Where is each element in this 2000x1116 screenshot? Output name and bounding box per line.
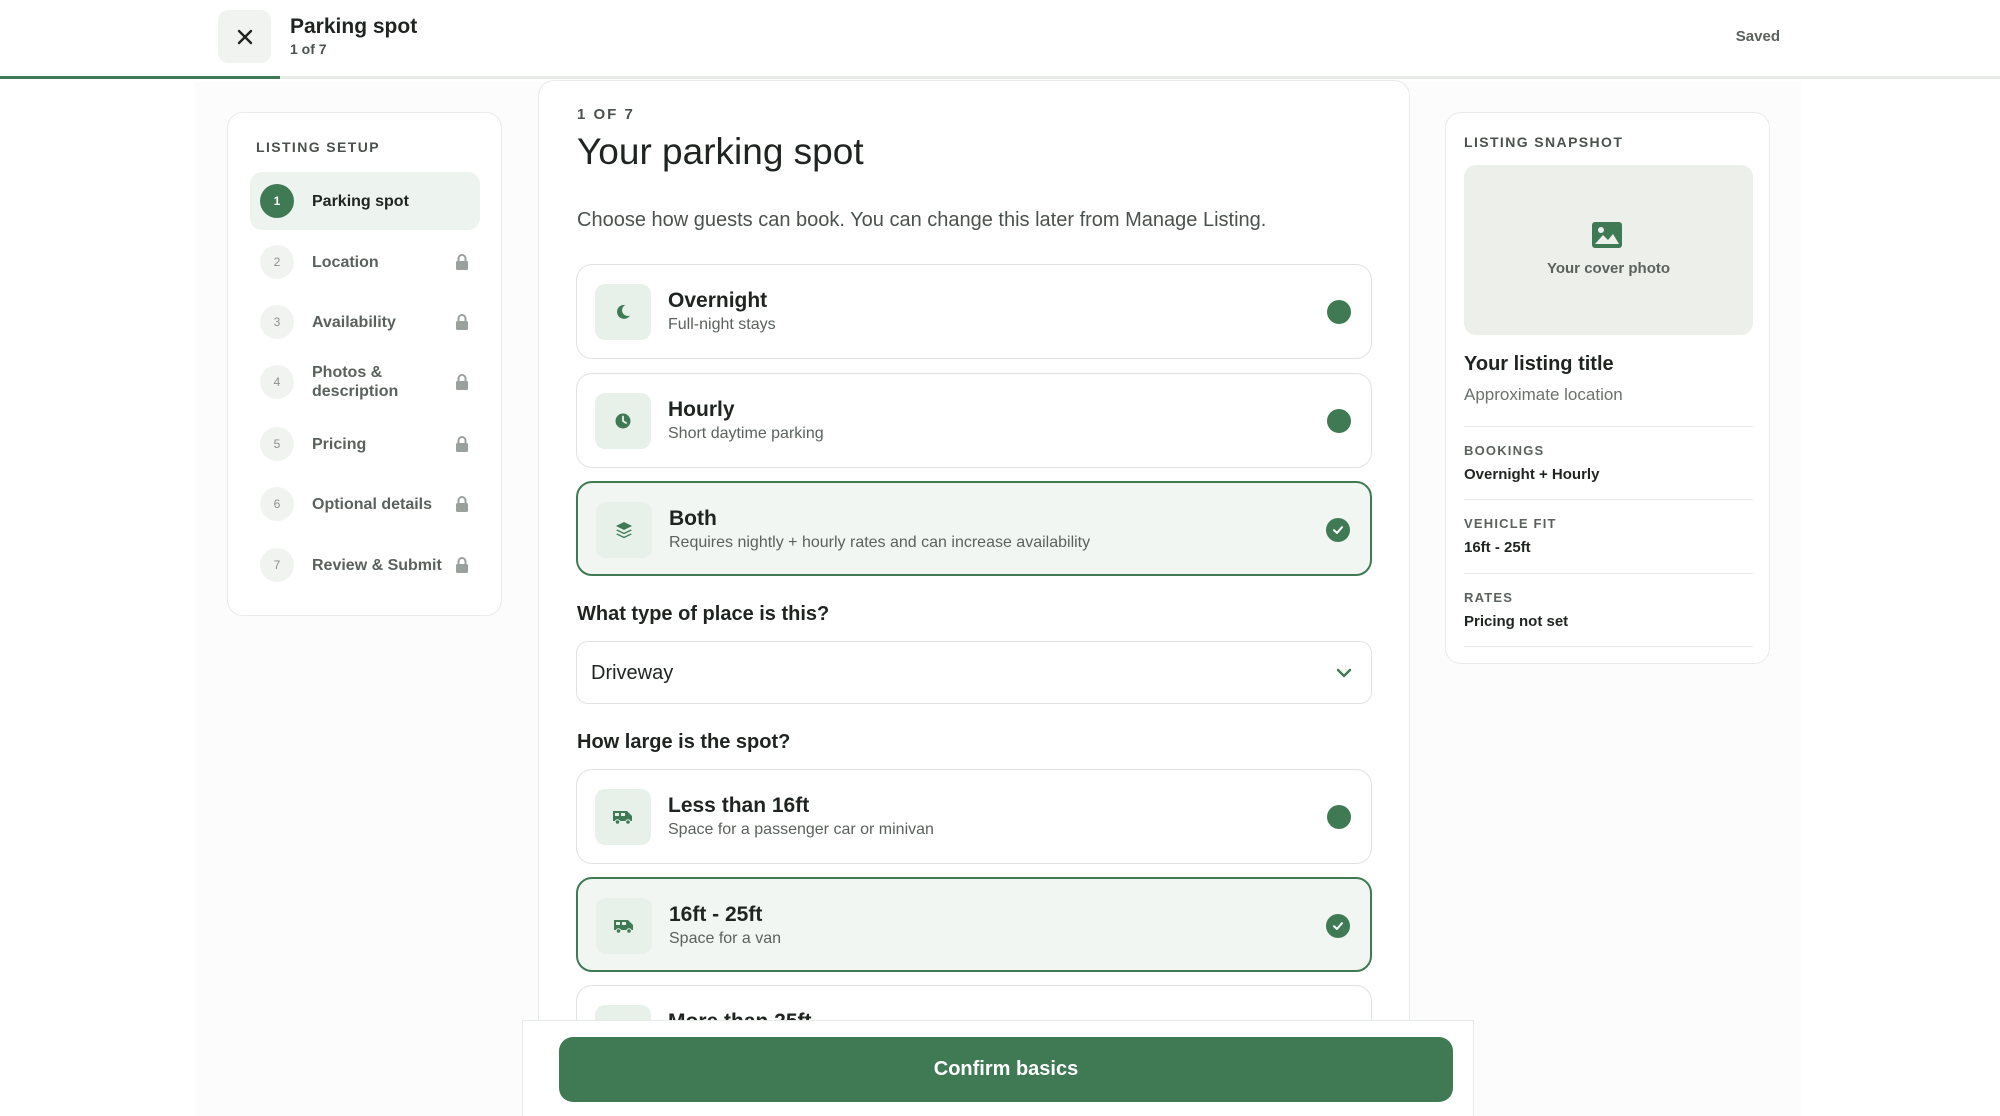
lock-icon	[456, 557, 468, 573]
booking-option-0[interactable]: Overnight Full-night stays	[576, 264, 1372, 359]
close-button[interactable]	[218, 10, 271, 63]
top-bar: Parking spot 1 of 7 Saved	[0, 0, 2000, 79]
confirm-basics-button[interactable]: Confirm basics	[559, 1037, 1453, 1102]
listing-setup-sidebar: LISTING SETUP 1 Parking spot 2 Location 3 Ava…	[227, 112, 502, 616]
snapshot-row-rates: RATES Pricing not set	[1464, 573, 1753, 647]
booking-option-1[interactable]: Hourly Short daytime parking	[576, 373, 1372, 468]
step-label: Location	[312, 253, 379, 271]
sidebar-step-5[interactable]: 5 Pricing	[250, 415, 480, 473]
option-title: Less than 16ft	[668, 794, 810, 817]
main-heading: Your parking spot	[577, 131, 864, 172]
lock-icon	[456, 374, 468, 390]
step-number: 7	[260, 548, 294, 582]
snapshot-row-label: VEHICLE FIT	[1464, 516, 1557, 531]
lock-icon	[456, 254, 468, 270]
step-number: 6	[260, 487, 294, 521]
option-description: Short daytime parking	[668, 425, 824, 442]
van-icon	[595, 789, 651, 845]
step-label: Pricing	[312, 435, 367, 453]
chevron-down-icon	[1336, 668, 1352, 678]
booking-option-2[interactable]: Both Requires nightly + hourly rates and …	[576, 481, 1372, 576]
snapshot-row-value: 16ft - 25ft	[1464, 539, 1531, 556]
step-label: Review & Submit	[312, 556, 442, 574]
place-type-value: Driveway	[591, 662, 674, 684]
sidebar-step-3[interactable]: 3 Availability	[250, 293, 480, 351]
option-title: Overnight	[668, 289, 768, 312]
spot-size-question: How large is the spot?	[577, 731, 791, 753]
snapshot-location: Approximate location	[1464, 385, 1623, 404]
step-number: 4	[260, 365, 294, 399]
radio-unselected[interactable]	[1327, 805, 1351, 829]
radio-selected[interactable]	[1326, 518, 1350, 542]
step-number: 5	[260, 427, 294, 461]
step-label: Photos & description	[312, 364, 399, 400]
cover-photo-label: Your cover photo	[1546, 260, 1671, 277]
snapshot-listing-title: Your listing title	[1464, 353, 1614, 375]
step-number: 2	[260, 245, 294, 279]
place-type-question: What type of place is this?	[577, 603, 830, 625]
place-type-select[interactable]: Driveway	[576, 641, 1372, 704]
radio-unselected[interactable]	[1327, 300, 1351, 324]
moon-icon	[595, 284, 651, 340]
size-option-1[interactable]: 16ft - 25ft Space for a van	[576, 877, 1372, 972]
option-title: Both	[669, 507, 717, 530]
step-number: 3	[260, 305, 294, 339]
option-description: Full-night stays	[668, 316, 776, 333]
radio-selected[interactable]	[1326, 914, 1350, 938]
bottom-action-bar: Confirm basics	[522, 1020, 1474, 1116]
lock-icon	[456, 436, 468, 452]
progress-bar	[0, 76, 280, 79]
step-number: 1	[260, 184, 294, 218]
close-icon	[237, 29, 252, 44]
option-title: Hourly	[668, 398, 735, 421]
option-description: Requires nightly + hourly rates and can …	[669, 534, 1091, 551]
option-description: Space for a passenger car or minivan	[668, 821, 934, 838]
snapshot-row-label: RATES	[1464, 590, 1514, 605]
step-label: Optional details	[312, 495, 433, 513]
size-option-0[interactable]: Less than 16ft Space for a passenger car …	[576, 769, 1372, 864]
cover-photo-placeholder[interactable]: Your cover photo	[1464, 165, 1753, 335]
clock-icon	[595, 393, 651, 449]
sidebar-step-6[interactable]: 6 Optional details	[250, 475, 480, 533]
image-icon	[1592, 222, 1622, 248]
lock-icon	[456, 314, 468, 330]
sidebar-step-7[interactable]: 7 Review & Submit	[250, 536, 480, 594]
sidebar-step-1[interactable]: 1 Parking spot	[250, 172, 480, 230]
snapshot-row-value: Pricing not set	[1464, 613, 1569, 630]
save-status: Saved	[1735, 28, 1780, 45]
step-counter: 1 of 7	[290, 41, 327, 57]
lock-icon	[456, 496, 468, 512]
snapshot-row-bookings: BOOKINGS Overnight + Hourly	[1464, 426, 1753, 499]
intro-text: Choose how guests can book. You can chan…	[577, 209, 1267, 231]
layers-icon	[596, 502, 652, 558]
sidebar-heading: LISTING SETUP	[256, 139, 380, 155]
van-icon	[596, 898, 652, 954]
snapshot-row-value: Overnight + Hourly	[1464, 466, 1600, 483]
snapshot-row-vehicle-fit: VEHICLE FIT 16ft - 25ft	[1464, 499, 1753, 572]
step-label: Parking spot	[312, 192, 409, 210]
main-card: 1 OF 7 Your parking spot Choose how gues…	[538, 80, 1410, 1116]
sidebar-step-2[interactable]: 2 Location	[250, 233, 480, 291]
option-title: 16ft - 25ft	[669, 903, 763, 926]
step-label: Availability	[312, 313, 396, 331]
snapshot-heading: LISTING SNAPSHOT	[1464, 134, 1624, 150]
step-eyebrow: 1 OF 7	[577, 106, 635, 123]
radio-unselected[interactable]	[1327, 409, 1351, 433]
check-icon	[1333, 526, 1343, 534]
check-icon	[1333, 922, 1343, 930]
listing-snapshot-card: LISTING SNAPSHOT Your cover photo Your l…	[1445, 112, 1770, 664]
option-description: Space for a van	[669, 930, 782, 947]
sidebar-step-4[interactable]: 4 Photos & description	[250, 353, 480, 411]
snapshot-row-label: BOOKINGS	[1464, 443, 1545, 458]
page-title: Parking spot	[290, 15, 418, 38]
